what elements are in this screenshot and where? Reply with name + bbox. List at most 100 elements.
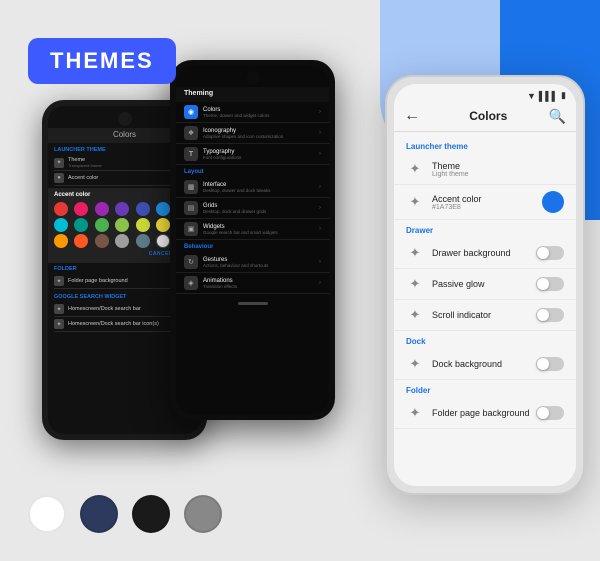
theme-icon: ✦	[54, 158, 64, 168]
animations-icon: ◈	[184, 276, 198, 290]
right-theme-icon: ✦	[406, 160, 424, 178]
mid-header: Theming	[176, 87, 329, 102]
animations-content: Animations Transition effects	[203, 278, 319, 289]
iconography-sub: Adaptive shapes and icon customization	[203, 134, 319, 139]
right-theme-title: Theme	[432, 161, 564, 171]
color-orange[interactable]	[54, 234, 68, 248]
mid-row-interface[interactable]: ▦ Interface Desktop, drawer and dock twe…	[176, 177, 329, 198]
mid-row-gestures[interactable]: ↻ Gestures Actions, behaviour and shortc…	[176, 252, 329, 273]
iconography-chevron: ›	[319, 130, 321, 136]
right-row-theme[interactable]: ✦ Theme Light theme	[394, 154, 576, 185]
color-gray[interactable]	[115, 234, 129, 248]
phone-right: ▼ ▌▌▌ ▮ ← Colors 🔍 Launcher theme ✦ Them…	[385, 75, 585, 495]
cancel-button[interactable]: CANCEL	[149, 251, 173, 257]
dock-bg-toggle[interactable]	[536, 357, 564, 371]
drawer-section-label: Drawer	[394, 220, 576, 238]
color-green[interactable]	[95, 218, 109, 232]
widgets-chevron: ›	[319, 226, 321, 232]
layout-label: Layout	[176, 165, 329, 177]
right-folder-bg-icon: ✦	[406, 404, 424, 422]
color-white[interactable]	[156, 234, 170, 248]
iconography-icon: ❖	[184, 126, 198, 140]
mid-row-iconography[interactable]: ❖ Iconography Adaptive shapes and icon c…	[176, 123, 329, 144]
mid-header-title: Theming	[184, 90, 321, 97]
color-deep-orange[interactable]	[74, 234, 88, 248]
right-row-folder-bg[interactable]: ✦ Folder page background	[394, 398, 576, 429]
colors-chevron: ›	[319, 109, 321, 115]
right-row-dock-bg[interactable]: ✦ Dock background	[394, 349, 576, 380]
battery-icon: ▮	[561, 90, 566, 101]
right-dock-bg-icon: ✦	[406, 355, 424, 373]
right-row-passive-glow[interactable]: ✦ Passive glow	[394, 269, 576, 300]
colors-content: Colors Theme, drawer and widget colors	[203, 107, 319, 118]
wifi-icon: ▼	[527, 91, 536, 101]
right-drawer-bg-content: Drawer background	[432, 248, 536, 258]
color-blue[interactable]	[156, 202, 170, 216]
grids-content: Grids Desktop, dock and drawer grids	[203, 203, 319, 214]
swatch-white[interactable]	[28, 495, 66, 533]
right-screen-title: Colors	[428, 109, 549, 123]
right-row-drawer-bg[interactable]: ✦ Drawer background	[394, 238, 576, 269]
mid-row-colors[interactable]: ◉ Colors Theme, drawer and widget colors…	[176, 102, 329, 123]
top-bar: ← Colors 🔍	[394, 103, 576, 131]
phone-mid-screen: Theming ◉ Colors Theme, drawer and widge…	[176, 66, 329, 414]
right-drawer-bg-title: Drawer background	[432, 248, 536, 258]
colors-icon: ◉	[184, 105, 198, 119]
typography-content: Typography Font configurations	[203, 149, 319, 160]
color-deep-purple[interactable]	[115, 202, 129, 216]
color-indigo[interactable]	[136, 202, 150, 216]
phone-right-screen: ▼ ▌▌▌ ▮ ← Colors 🔍 Launcher theme ✦ Them…	[394, 84, 576, 486]
passive-glow-toggle[interactable]	[536, 277, 564, 291]
right-theme-content: Theme Light theme	[432, 161, 564, 178]
scroll-indicator-toggle[interactable]	[536, 308, 564, 322]
grids-chevron: ›	[319, 205, 321, 211]
color-teal[interactable]	[74, 218, 88, 232]
right-drawer-bg-icon: ✦	[406, 244, 424, 262]
signal-icon: ▌▌▌	[539, 91, 558, 101]
divider-top	[394, 131, 576, 132]
mid-row-typography[interactable]: T Typography Font configurations ›	[176, 144, 329, 165]
search-bar-icon: ✦	[54, 304, 64, 314]
color-red[interactable]	[54, 202, 68, 216]
color-cyan[interactable]	[54, 218, 68, 232]
widgets-icon: ▣	[184, 222, 198, 236]
accent-color-dot[interactable]	[542, 191, 564, 213]
folder-section-label: Folder	[394, 380, 576, 398]
swatch-black[interactable]	[132, 495, 170, 533]
back-button[interactable]: ←	[404, 107, 420, 125]
folder-bg-toggle[interactable]	[536, 406, 564, 420]
interface-sub: Desktop, drawer and dock tweaks	[203, 188, 319, 193]
color-lime[interactable]	[136, 218, 150, 232]
color-purple[interactable]	[95, 202, 109, 216]
right-scroll-icon: ✦	[406, 306, 424, 324]
color-yellow[interactable]	[156, 218, 170, 232]
search-icon-title: Homescreen/Dock search bar icon(s)	[68, 321, 181, 327]
mid-row-grids[interactable]: ▤ Grids Desktop, dock and drawer grids ›	[176, 198, 329, 219]
interface-content: Interface Desktop, drawer and dock tweak…	[203, 182, 319, 193]
color-swatches	[28, 495, 222, 533]
right-folder-bg-title: Folder page background	[432, 408, 536, 418]
swatch-navy[interactable]	[80, 495, 118, 533]
color-brown[interactable]	[95, 234, 109, 248]
color-pink[interactable]	[74, 202, 88, 216]
folder-title: Folder page background	[68, 278, 181, 284]
search-button[interactable]: 🔍	[549, 108, 566, 125]
right-row-accent[interactable]: ✦ Accent color #1A73E8	[394, 185, 576, 220]
color-light-green[interactable]	[115, 218, 129, 232]
right-dock-bg-content: Dock background	[432, 359, 536, 369]
phone-left-notch	[118, 112, 132, 126]
typography-sub: Font configurations	[203, 155, 319, 160]
behaviour-label: Behaviour	[176, 240, 329, 252]
mid-row-widgets[interactable]: ▣ Widgets Google search bar and smart wi…	[176, 219, 329, 240]
right-row-scroll-indicator[interactable]: ✦ Scroll indicator	[394, 300, 576, 331]
app-title: THEMES	[28, 38, 176, 84]
color-blue-gray[interactable]	[136, 234, 150, 248]
swatch-gray[interactable]	[184, 495, 222, 533]
animations-sub: Transition effects	[203, 284, 319, 289]
gestures-content: Gestures Actions, behaviour and shortcut…	[203, 257, 319, 268]
drawer-bg-toggle[interactable]	[536, 246, 564, 260]
interface-chevron: ›	[319, 184, 321, 190]
right-dock-bg-title: Dock background	[432, 359, 536, 369]
mid-row-animations[interactable]: ◈ Animations Transition effects ›	[176, 273, 329, 294]
widgets-content: Widgets Google search bar and smart widg…	[203, 224, 319, 235]
